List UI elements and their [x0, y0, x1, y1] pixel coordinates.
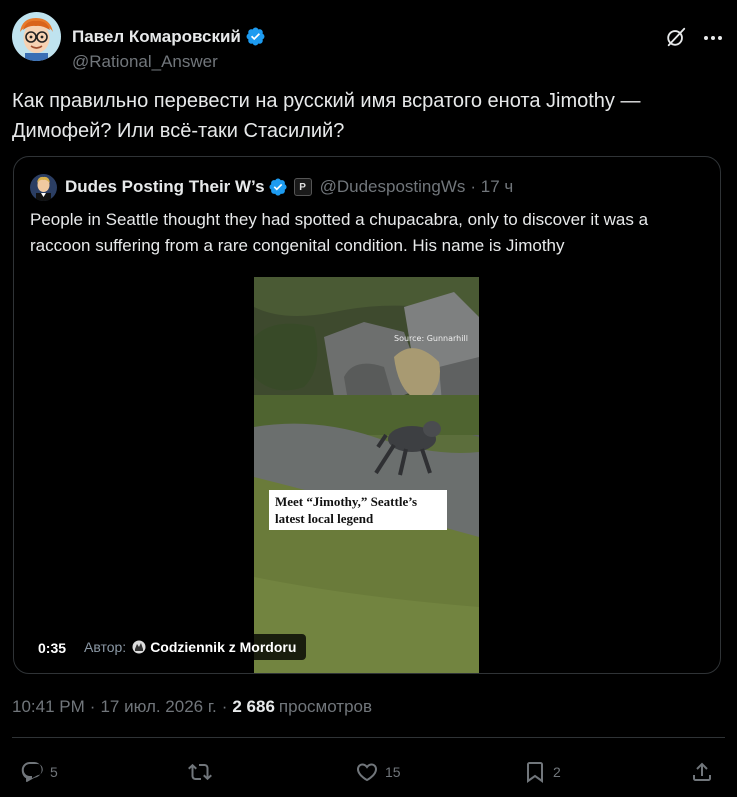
quoted-tweet-time[interactable]: · 17 ч: [470, 177, 513, 197]
reply-icon: [21, 762, 43, 782]
grok-icon[interactable]: [665, 26, 687, 48]
tweet-header: Павел Комаровский @Rational_Answer: [12, 12, 725, 71]
video-caption: Meet “Jimothy,” Seattle’s latest local l…: [269, 490, 447, 530]
share-icon: [693, 762, 711, 781]
heart-icon: [356, 763, 378, 782]
quoted-tweet[interactable]: Dudes Posting Their W’s P @DudespostingW…: [13, 156, 721, 674]
affiliate-badge-icon: P: [293, 178, 312, 196]
repost-icon: [188, 763, 212, 781]
tweet-text: Как правильно перевести на русский имя в…: [12, 90, 641, 142]
reply-button[interactable]: 5: [20, 756, 58, 788]
repost-button[interactable]: [188, 756, 218, 788]
tweet-date[interactable]: 17 июл. 2026 г.: [100, 697, 216, 717]
bookmark-count: 2: [553, 764, 561, 780]
share-button[interactable]: [690, 756, 714, 788]
video-duration: 0:35: [38, 640, 67, 656]
like-count: 15: [385, 764, 401, 780]
video-author-avatar-icon: [132, 640, 146, 654]
quoted-author-handle[interactable]: @DudespostingWs: [320, 177, 466, 197]
author-handle[interactable]: @Rational_Answer: [72, 52, 218, 72]
video-author-pill[interactable]: Автор: Codziennik z Mordoru: [76, 634, 307, 660]
video-author-label: Автор:: [84, 639, 127, 655]
video-author-name: Codziennik z Mordoru: [150, 639, 297, 655]
bookmark-icon: [527, 762, 543, 783]
views-label: просмотров: [278, 697, 373, 716]
quoted-author-avatar[interactable]: [30, 173, 57, 201]
verified-badge-icon: [269, 178, 287, 196]
action-bar: 5 15 2: [12, 756, 725, 788]
verified-badge-icon: [246, 27, 265, 46]
quoted-tweet-text: People in Seattle thought they had spott…: [30, 210, 649, 255]
video-watermark: Source: Gunnarhill: [394, 334, 468, 343]
bookmark-button[interactable]: 2: [523, 756, 561, 788]
more-options-icon[interactable]: [701, 26, 725, 50]
author-name[interactable]: Павел Комаровский: [72, 26, 266, 47]
views-count: 2 686: [232, 697, 275, 716]
quoted-author-name[interactable]: Dudes Posting Their W’s: [65, 177, 265, 197]
meta-separator: ·: [221, 697, 228, 716]
divider: [12, 737, 725, 738]
author-name-text[interactable]: Павел Комаровский: [72, 27, 241, 47]
reply-count: 5: [50, 764, 58, 780]
tweet-meta: 10:41 PM · 17 июл. 2026 г. · 2 686 просм…: [12, 697, 372, 717]
author-avatar[interactable]: [12, 12, 61, 61]
tweet-time[interactable]: 10:41 PM: [12, 697, 85, 717]
meta-separator: ·: [89, 697, 96, 716]
video-player[interactable]: Source: Gunnarhill Meet “Jimothy,” Seatt…: [254, 277, 479, 673]
quoted-tweet-header: Dudes Posting Their W’s P @DudespostingW…: [30, 173, 513, 201]
like-button[interactable]: 15: [355, 756, 401, 788]
